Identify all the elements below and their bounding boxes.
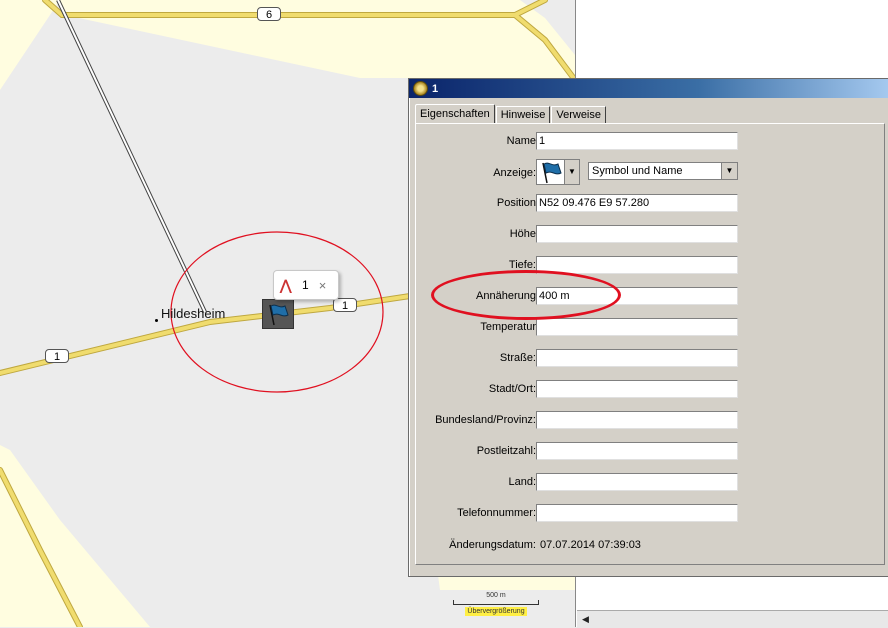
strasse-input[interactable] [536,349,738,367]
scroll-left-icon[interactable]: ◀ [579,613,592,626]
popup-number: 1 [302,278,309,292]
properties-panel: Name 1 Anzeige: ▼ Symbol und Name ▼ Posi… [415,123,885,565]
plz-input[interactable] [536,442,738,460]
tab-strip: Eigenschaften Hinweise Verweise [415,103,607,124]
scale-distance: 500 m [486,592,506,599]
overzoom-badge: Übervergrößerung [465,607,527,616]
strasse-label: Straße: [499,352,536,364]
dialog-titlebar[interactable]: 1 [409,79,888,98]
tab-eigenschaften[interactable]: Eigenschaften [415,104,495,124]
bundesland-label: Bundesland/Provinz: [435,414,536,426]
chevron-down-icon[interactable]: ▼ [721,163,737,179]
waypoint-symbol-icon: ⋀ [280,276,292,293]
land-label: Land: [508,476,536,488]
hoehe-input[interactable] [536,225,738,243]
name-label: Name [506,135,536,147]
app-icon [413,81,428,96]
close-icon[interactable]: × [319,278,327,293]
position-label: Position [496,197,536,209]
chevron-down-icon[interactable]: ▼ [564,160,579,184]
waypoint-marker[interactable] [262,299,294,329]
flag-icon [269,304,289,326]
horizontal-scrollbar[interactable]: ◀ [577,610,888,628]
bundesland-input[interactable] [536,411,738,429]
waypoint-properties-dialog: 1 Eigenschaften Hinweise Verweise Name 1… [408,78,888,577]
anzeige-value: Symbol und Name [592,165,683,177]
dialog-title: 1 [432,82,439,95]
symbol-picker[interactable]: ▼ [536,159,580,185]
road-shield: 6 [257,7,281,21]
datum-value: 07.07.2014 07:39:03 [540,539,641,551]
temperatur-label: Temperatur [480,321,536,333]
flag-icon [542,162,562,184]
city-dot [155,319,158,322]
tab-verweise[interactable]: Verweise [551,106,606,123]
annaeherung-input[interactable]: 400 m [536,287,738,305]
anzeige-label: Anzeige: [493,167,536,179]
plz-label: Postleitzahl: [476,445,536,457]
waypoint-popup[interactable]: ⋀ 1 × [273,270,339,300]
tiefe-label: Tiefe: [508,259,536,271]
road-shield: 1 [45,349,69,363]
temperatur-input[interactable] [536,318,738,336]
tiefe-input[interactable] [536,256,738,274]
road-shield: 1 [333,298,357,312]
scale-bar [453,600,539,605]
datum-label: Änderungsdatum: [449,539,536,551]
land-input[interactable] [536,473,738,491]
map-scale: 500 m Übervergrößerung [453,592,539,616]
telefon-input[interactable] [536,504,738,522]
position-input[interactable]: N52 09.476 E9 57.280 [536,194,738,212]
anzeige-select[interactable]: Symbol und Name ▼ [588,162,738,180]
hoehe-label: Höhe [509,228,536,240]
telefon-label: Telefonnummer: [457,507,536,519]
annaeherung-label: Annäherung [476,290,536,302]
stadt-label: Stadt/Ort: [488,383,536,395]
stadt-input[interactable] [536,380,738,398]
tab-hinweise[interactable]: Hinweise [495,106,551,123]
name-input[interactable]: 1 [536,132,738,150]
city-label[interactable]: Hildesheim [161,306,225,321]
